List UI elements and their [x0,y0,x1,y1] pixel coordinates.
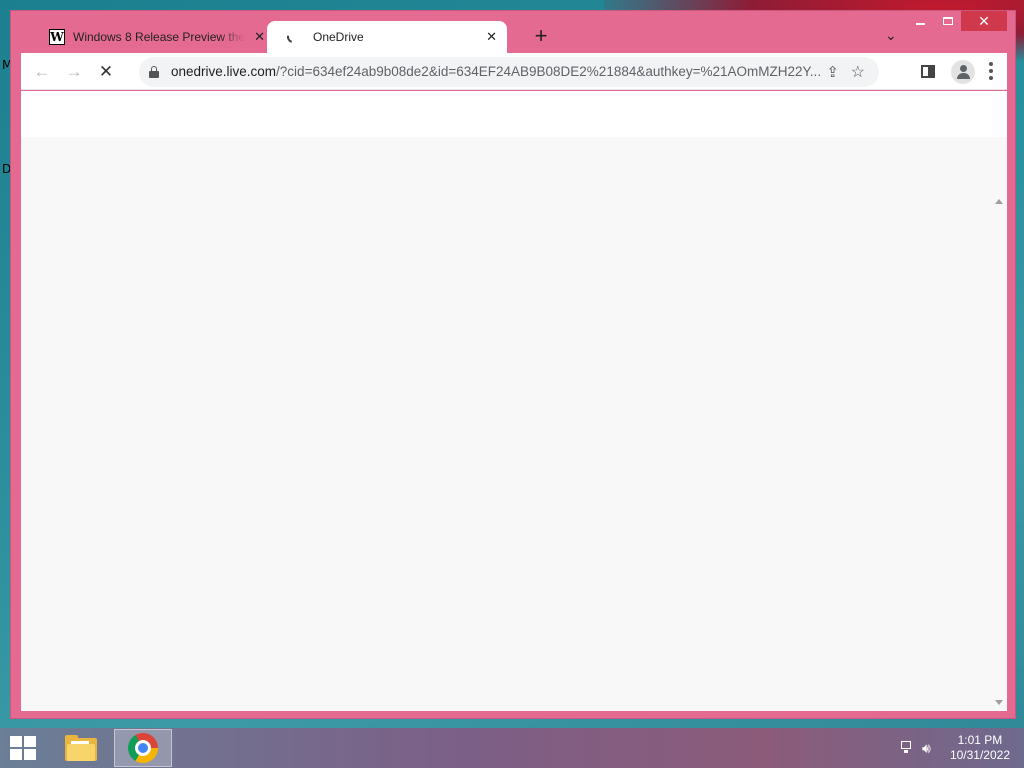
scroll-up-arrow-icon[interactable] [995,199,1003,204]
folder-icon [65,735,97,761]
new-tab-button[interactable]: + [529,25,553,49]
tab-search-button[interactable]: ⌄ [885,27,897,44]
windows-logo-icon [10,736,22,747]
tab-title: Windows 8 Release Preview ther [73,30,245,44]
volume-icon[interactable]: 🔊︎ [922,740,931,757]
more-menu-icon[interactable] [989,62,993,80]
forward-button[interactable]: → [61,59,87,85]
url-host: onedrive.live.com [171,64,277,79]
taskbar: 🔊︎ 1:01 PM 10/31/2022 [0,728,1024,768]
taskbar-chrome[interactable] [114,729,172,767]
page-content [21,91,1007,711]
tab-strip: W Windows 8 Release Preview ther ✕ OneDr… [21,21,981,53]
browser-window: ✕ W Windows 8 Release Preview ther ✕ One… [10,10,1016,719]
clock-time: 1:01 PM [957,733,1003,747]
address-bar[interactable]: onedrive.live.com/?cid=634ef24ab9b08de2&… [139,57,879,87]
tab-close-icon[interactable]: ✕ [254,29,265,45]
profile-icon[interactable] [951,60,975,84]
loading-spinner-icon [284,28,302,46]
star-icon[interactable]: ☆ [851,62,865,82]
tab-close-icon[interactable]: ✕ [486,29,497,45]
start-button[interactable] [10,736,38,762]
chrome-icon [128,733,158,763]
clock[interactable]: 1:01 PM 10/31/2022 [950,733,1010,763]
scroll-down-arrow-icon[interactable] [995,700,1003,705]
tab-title: OneDrive [313,30,364,44]
network-icon[interactable] [899,741,913,753]
clock-date: 10/31/2022 [949,748,1010,762]
wikipedia-favicon-icon: W [49,29,65,45]
tab-onedrive[interactable]: OneDrive ✕ [267,21,507,53]
share-icon[interactable]: ⇪ [826,63,839,81]
back-button[interactable]: ← [29,59,55,85]
url-text[interactable]: onedrive.live.com/?cid=634ef24ab9b08de2&… [171,64,835,79]
page-loading-area [21,137,1007,711]
url-path: /?cid=634ef24ab9b08de2&id=634EF24AB9B08D… [276,64,822,79]
browser-toolbar: ← → ✕ onedrive.live.com/?cid=634ef24ab9b… [21,53,1007,90]
tab-windows-8-release-preview[interactable]: W Windows 8 Release Preview ther ✕ [37,21,275,53]
stop-loading-button[interactable]: ✕ [93,59,119,85]
vertical-scrollbar[interactable] [992,195,1007,711]
taskbar-file-explorer[interactable] [52,729,110,767]
side-panel-icon[interactable] [921,65,935,78]
lock-icon[interactable] [149,66,159,78]
